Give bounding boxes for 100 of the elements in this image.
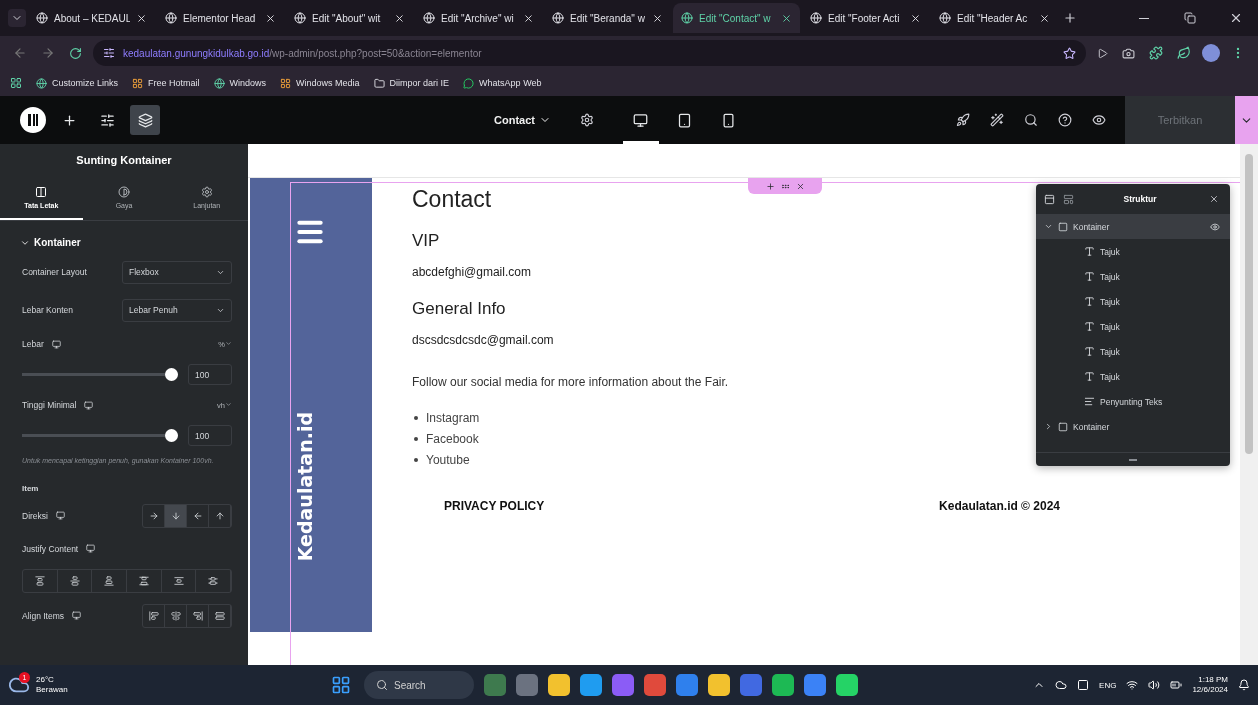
chevron-down-icon — [225, 400, 232, 408]
group-heading: Item — [22, 483, 40, 493]
app-icon[interactable] — [644, 674, 666, 696]
section-toggle[interactable]: Kontainer — [0, 221, 248, 258]
structure-item[interactable]: Tajuk — [1036, 239, 1230, 264]
bookmark-link[interactable]: Windows Media — [280, 77, 360, 89]
battery-icon — [1170, 679, 1183, 691]
sliders-icon — [99, 112, 115, 128]
bookmark-link[interactable]: Customize Links — [36, 77, 119, 89]
footer-link[interactable]: PRIVACY POLICY — [444, 499, 545, 513]
email-text: dscsdcsdcsdc@gmail.com — [412, 333, 554, 347]
structure-item[interactable]: Tajuk — [1036, 314, 1230, 339]
close-icon — [523, 12, 534, 24]
close-icon — [781, 12, 792, 24]
clock[interactable]: 1:18 PM 12/6/2024 — [1192, 674, 1228, 696]
close-icon — [910, 12, 921, 24]
control-label: Lebar — [22, 339, 44, 349]
control-label: Tinggi Minimal — [22, 400, 77, 410]
language-indicator[interactable]: ENG — [1099, 680, 1117, 690]
bookmark-link[interactable]: WhatsApp Web — [463, 77, 542, 89]
app-icon[interactable] — [676, 674, 698, 696]
structure-item[interactable]: Tajuk — [1036, 364, 1230, 389]
search-icon — [1024, 113, 1038, 127]
plus-icon — [765, 181, 775, 191]
app-icon[interactable] — [804, 674, 826, 696]
browser-tab[interactable]: About – KEDAUL — [28, 3, 155, 33]
select-field[interactable]: Flexbox — [122, 260, 232, 284]
resize-handle[interactable] — [1129, 458, 1137, 461]
container-icon — [1058, 421, 1068, 432]
address-field[interactable]: kedaulatan.gunungkidulkab.go.id/wp-admin/post.php?post=50&action=elementor — [93, 40, 1086, 66]
page-heading: Contact — [412, 186, 492, 213]
app-icon[interactable] — [836, 674, 858, 696]
text-icon — [1084, 296, 1095, 307]
bookmark-link[interactable]: Diimpor dari IE — [373, 77, 450, 89]
globe-icon — [36, 12, 48, 24]
elementor-logo[interactable] — [20, 107, 46, 133]
settings-icon — [579, 113, 594, 127]
scrollbar-thumb[interactable] — [1245, 154, 1253, 454]
reload-icon — [69, 46, 82, 60]
text-icon — [1084, 371, 1095, 382]
caret-down-icon — [1044, 222, 1053, 231]
slider-thumb[interactable] — [165, 368, 178, 381]
close-icon — [795, 181, 805, 191]
globe-icon — [213, 77, 225, 89]
app-icon[interactable] — [580, 674, 602, 696]
chat-bubble-icon — [463, 77, 475, 89]
star-icon — [1063, 46, 1076, 60]
desktop-icon — [86, 544, 96, 554]
tab-list-button[interactable] — [8, 9, 26, 27]
structure-item[interactable]: Tajuk — [1036, 289, 1230, 314]
search-field[interactable]: Search — [364, 671, 474, 699]
text-icon — [1084, 321, 1095, 332]
slider-thumb[interactable] — [165, 429, 178, 442]
restore-icon — [1184, 12, 1196, 24]
control-label: Container Layout — [22, 267, 87, 277]
bookmark-link[interactable]: Free Hotmail — [132, 77, 200, 89]
plus-icon — [1063, 11, 1077, 25]
app-icon[interactable] — [772, 674, 794, 696]
structure-item[interactable]: Penyunting Teks — [1036, 389, 1230, 414]
select-field[interactable]: Lebar Penuh — [122, 298, 232, 322]
alignment-icon — [173, 575, 184, 586]
globe-icon — [681, 12, 693, 24]
structure-item[interactable]: Tajuk — [1036, 264, 1230, 289]
page-selector[interactable]: Contact — [488, 113, 557, 127]
toolbar-button[interactable] — [130, 105, 160, 135]
alignment-icon — [34, 575, 45, 586]
section-heading: General Info — [412, 299, 506, 319]
number-field[interactable]: 100 — [188, 364, 232, 385]
container-icon — [1058, 221, 1068, 232]
help-icon — [1058, 113, 1072, 127]
bookmark-link[interactable]: Windows — [213, 77, 267, 89]
structure-item[interactable]: Kontainer — [1036, 214, 1230, 239]
browser-tab[interactable]: Edit "Archive" wi — [415, 3, 542, 33]
container-handle[interactable] — [748, 178, 822, 194]
section-heading: VIP — [412, 231, 440, 251]
globe-icon — [810, 12, 822, 24]
globe-icon — [294, 12, 306, 24]
browser-tab[interactable]: Edit "Footer Acti — [802, 3, 929, 33]
structure-item[interactable]: Kontainer — [1036, 414, 1230, 439]
browser-tab[interactable]: Edit "About" wit — [286, 3, 413, 33]
profile-avatar[interactable] — [1202, 44, 1220, 62]
structure-item[interactable]: Tajuk — [1036, 339, 1230, 364]
panel-title: Sunting Kontainer — [75, 153, 173, 168]
windows-logo-icon — [132, 77, 144, 89]
minimize-icon — [1139, 17, 1149, 19]
browser-tab[interactable]: Edit "Header Ac — [931, 3, 1058, 33]
desktop-icon — [72, 611, 82, 621]
browser-tab[interactable]: Elementor Head — [157, 3, 284, 33]
close-icon — [394, 12, 405, 24]
wand-icon — [990, 113, 1004, 127]
email-text: abcdefghi@gmail.com — [412, 265, 531, 279]
app-icon[interactable] — [612, 674, 634, 696]
number-field[interactable]: 100 — [188, 425, 232, 446]
browser-tab[interactable]: Edit "Beranda" w — [544, 3, 671, 33]
browser-tab[interactable]: Edit "Contact" w — [673, 3, 800, 33]
back-icon — [13, 46, 27, 60]
app-icon[interactable] — [708, 674, 730, 696]
close-icon — [1039, 12, 1050, 24]
option-button[interactable] — [165, 504, 187, 527]
app-icon[interactable] — [548, 674, 570, 696]
